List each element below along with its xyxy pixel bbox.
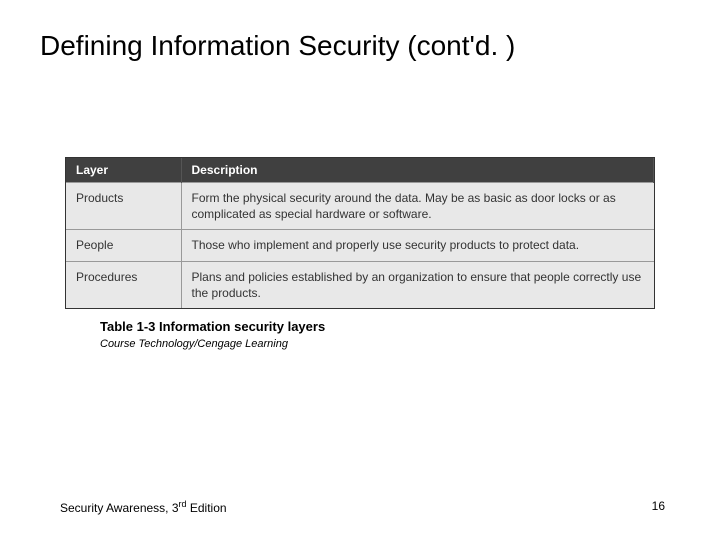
cell-description: Form the physical security around the da… [181, 183, 654, 230]
cell-layer: People [66, 230, 181, 261]
cell-layer: Procedures [66, 261, 181, 308]
table-row: Procedures Plans and policies establishe… [66, 261, 654, 308]
cell-description: Those who implement and properly use sec… [181, 230, 654, 261]
cell-description: Plans and policies established by an org… [181, 261, 654, 308]
cell-layer: Products [66, 183, 181, 230]
table-row: Products Form the physical security arou… [66, 183, 654, 230]
info-security-layers-table: Layer Description Products Form the phys… [65, 157, 655, 309]
footer-text-prefix: Security Awareness, 3 [60, 501, 179, 515]
table-caption: Table 1-3 Information security layers [100, 319, 720, 334]
table-source: Course Technology/Cengage Learning [100, 338, 720, 350]
footer-text-sup: rd [179, 499, 187, 509]
header-description: Description [181, 158, 654, 183]
footer-text-suffix: Edition [187, 501, 227, 515]
caption-block: Table 1-3 Information security layers Co… [100, 319, 720, 350]
table-row: People Those who implement and properly … [66, 230, 654, 261]
header-layer: Layer [66, 158, 181, 183]
slide-footer: Security Awareness, 3rd Edition 16 [0, 499, 720, 515]
footer-left: Security Awareness, 3rd Edition [60, 499, 227, 515]
table-header-row: Layer Description [66, 158, 654, 183]
slide-title: Defining Information Security (cont'd. ) [0, 0, 720, 62]
page-number: 16 [652, 499, 665, 515]
